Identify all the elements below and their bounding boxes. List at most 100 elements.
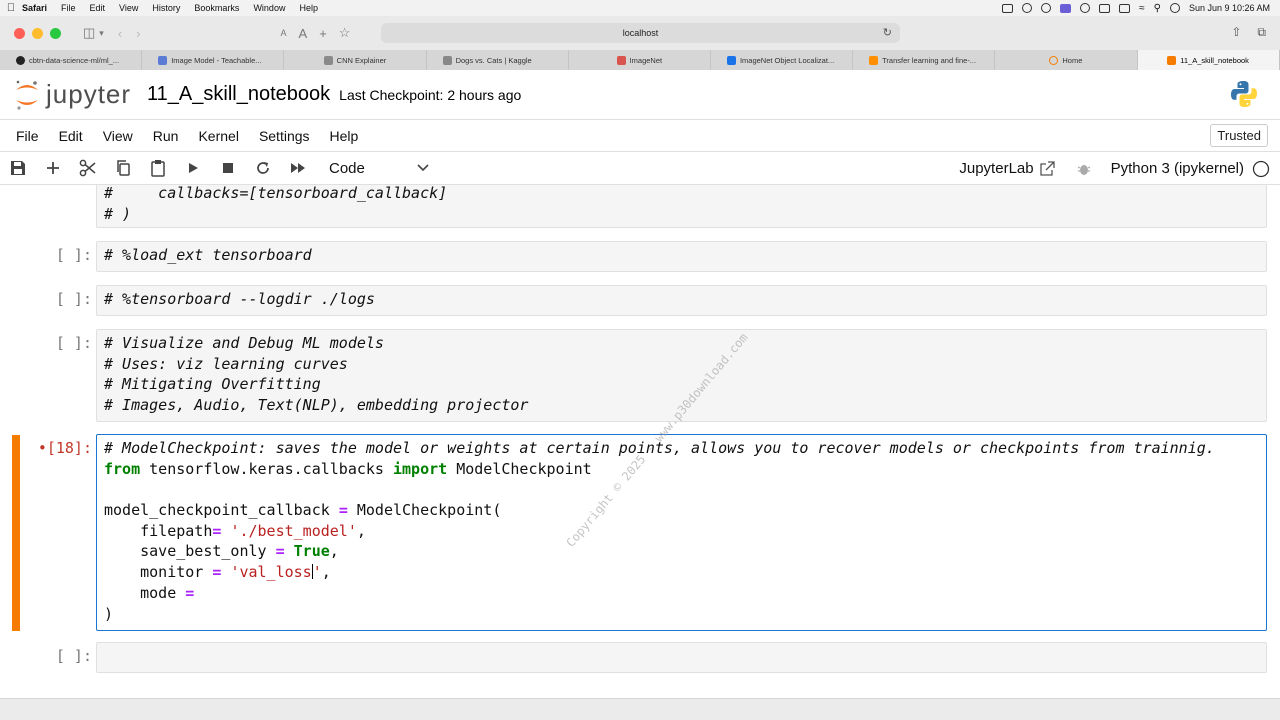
sidebar-icon[interactable]: ◫ bbox=[83, 25, 95, 41]
wifi-icon[interactable]: ≈ bbox=[1139, 3, 1145, 14]
menu-file[interactable]: File bbox=[61, 3, 76, 13]
chevron-down-icon[interactable]: ▾ bbox=[99, 28, 104, 39]
jupyter-logo[interactable]: jupyter bbox=[14, 78, 131, 112]
trusted-badge[interactable]: Trusted bbox=[1210, 124, 1268, 147]
close-window-icon[interactable] bbox=[14, 27, 25, 39]
menubar-clock[interactable]: Sun Jun 9 10:26 AM bbox=[1189, 3, 1270, 13]
menu-window[interactable]: Window bbox=[253, 3, 285, 13]
debugger-bug-icon[interactable] bbox=[1077, 162, 1091, 176]
paste-icon bbox=[150, 160, 165, 177]
interrupt-kernel-button[interactable] bbox=[210, 152, 245, 185]
globe-icon[interactable] bbox=[1022, 3, 1033, 13]
scissors-icon bbox=[79, 159, 95, 177]
cell-type-value: Code bbox=[329, 159, 365, 177]
menu-edit[interactable]: Edit bbox=[90, 3, 106, 13]
tab-overview-icon[interactable]: ⧉ bbox=[1257, 25, 1266, 40]
creative-cloud-icon[interactable] bbox=[1041, 3, 1052, 13]
jp-menu-view[interactable]: View bbox=[103, 128, 133, 144]
window-controls bbox=[14, 27, 61, 39]
plus-icon bbox=[46, 162, 59, 174]
share-icon[interactable]: ⇧ bbox=[1231, 25, 1241, 40]
menu-help[interactable]: Help bbox=[299, 3, 318, 13]
text-smaller-icon[interactable]: A bbox=[281, 28, 287, 38]
insert-cell-button[interactable] bbox=[35, 152, 70, 185]
jp-menu-kernel[interactable]: Kernel bbox=[198, 128, 238, 144]
menu-view[interactable]: View bbox=[119, 3, 138, 13]
notebook-title[interactable]: 11_A_skill_notebook bbox=[147, 83, 330, 106]
cell-input[interactable]: # Visualize and Debug ML models # Uses: … bbox=[96, 329, 1267, 422]
app-menu[interactable]: Safari bbox=[22, 3, 47, 13]
spotlight-icon[interactable]: ⚲ bbox=[1154, 3, 1161, 14]
bookmark-star-icon[interactable]: ☆ bbox=[339, 25, 351, 41]
code-line: save_best_only = True, bbox=[104, 542, 339, 561]
jp-menu-edit[interactable]: Edit bbox=[59, 128, 83, 144]
jp-menu-help[interactable]: Help bbox=[330, 128, 359, 144]
cell-prompt: •[18]: bbox=[37, 439, 92, 457]
zoom-window-icon[interactable] bbox=[50, 27, 61, 39]
external-link-icon[interactable] bbox=[1039, 161, 1055, 176]
forward-icon[interactable]: › bbox=[136, 26, 140, 41]
open-jupyterlab-link[interactable]: JupyterLab bbox=[959, 160, 1033, 177]
browser-tab[interactable]: cbtn-data-science-ml/ml_... bbox=[0, 50, 143, 70]
restart-kernel-button[interactable] bbox=[245, 152, 280, 185]
address-bar[interactable]: localhost ↻ bbox=[381, 23, 900, 43]
menu-bookmarks[interactable]: Bookmarks bbox=[194, 3, 239, 13]
cell-input[interactable]: # %tensorboard --logdir ./logs bbox=[96, 285, 1267, 316]
browser-tab[interactable]: CNN Explainer bbox=[284, 50, 427, 70]
screen-icon[interactable] bbox=[1002, 3, 1014, 13]
kernel-status-icon bbox=[1252, 160, 1270, 177]
jupyter-menubar: File Edit View Run Kernel Settings Help … bbox=[0, 120, 1280, 152]
jp-menu-file[interactable]: File bbox=[16, 128, 39, 144]
save-button[interactable] bbox=[0, 152, 35, 185]
safari-toolbar: ◫ ▾ ‹ › A A + ☆ localhost ↻ ⇧ ⧉ bbox=[0, 16, 1280, 50]
jp-menu-run[interactable]: Run bbox=[153, 128, 179, 144]
browser-tab[interactable]: Transfer learning and fine-... bbox=[853, 50, 996, 70]
display-icon[interactable] bbox=[1099, 3, 1111, 13]
code-line: # Uses: viz learning curves bbox=[104, 354, 348, 373]
operator: = bbox=[338, 501, 348, 520]
code-text: filepath bbox=[104, 521, 213, 540]
cell-input[interactable] bbox=[96, 642, 1267, 673]
code-line: monitor = 'val_loss', bbox=[104, 563, 331, 582]
screen-record-icon[interactable] bbox=[1060, 3, 1072, 13]
tab-label: ImageNet Object Localizat... bbox=[739, 55, 835, 65]
time-machine-icon[interactable] bbox=[1080, 3, 1091, 13]
tab-label: Home bbox=[1062, 55, 1083, 65]
kernel-name[interactable]: Python 3 (ipykernel) bbox=[1111, 160, 1244, 177]
code-line: ) bbox=[104, 604, 114, 623]
string-literal: './best_model' bbox=[230, 521, 357, 540]
control-center-icon[interactable] bbox=[1169, 3, 1180, 13]
restart-icon bbox=[256, 162, 269, 174]
battery-icon[interactable] bbox=[1119, 3, 1131, 13]
code-line: # %tensorboard --logdir ./logs bbox=[104, 290, 375, 308]
menu-history[interactable]: History bbox=[152, 3, 180, 13]
cell-input[interactable]: # callbacks=[tensorboard_callback] # ) bbox=[96, 185, 1267, 228]
copy-cell-button[interactable] bbox=[105, 152, 140, 185]
code-text: tensorflow.keras.callbacks bbox=[140, 459, 393, 478]
minimize-window-icon[interactable] bbox=[32, 27, 43, 39]
cell-editor[interactable]: # ModelCheckpoint: saves the model or we… bbox=[96, 434, 1267, 631]
reload-icon[interactable]: ↻ bbox=[883, 23, 892, 43]
browser-tab[interactable]: Image Model - Teachable... bbox=[142, 50, 285, 70]
back-icon[interactable]: ‹ bbox=[118, 26, 122, 41]
paste-cell-button[interactable] bbox=[140, 152, 175, 185]
tensorflow-icon bbox=[869, 55, 879, 65]
jp-menu-settings[interactable]: Settings bbox=[259, 128, 310, 144]
jupyter-header: jupyter 11_A_skill_notebook Last Checkpo… bbox=[0, 70, 1280, 120]
notebook-area[interactable]: # callbacks=[tensorboard_callback] # ) [… bbox=[0, 185, 1280, 698]
browser-tab[interactable]: Dogs vs. Cats | Kaggle bbox=[427, 50, 569, 70]
text-larger-icon[interactable]: A bbox=[299, 26, 308, 41]
browser-tab[interactable]: ImageNet bbox=[569, 50, 711, 70]
window-bottom-edge bbox=[0, 698, 1280, 720]
browser-tab[interactable]: Home bbox=[995, 50, 1138, 70]
new-tab-icon[interactable]: + bbox=[319, 26, 327, 41]
run-cell-button[interactable] bbox=[175, 152, 210, 185]
browser-tab-active[interactable]: 11_A_skill_notebook bbox=[1137, 50, 1280, 70]
restart-run-all-button[interactable] bbox=[280, 152, 315, 185]
browser-tab[interactable]: ImageNet Object Localizat... bbox=[711, 50, 854, 70]
imagenet-icon bbox=[616, 55, 626, 65]
apple-icon[interactable]:  bbox=[0, 2, 22, 14]
cell-input[interactable]: # %load_ext tensorboard bbox=[96, 241, 1267, 272]
cut-cell-button[interactable] bbox=[70, 152, 105, 185]
cell-type-select[interactable]: Code bbox=[329, 160, 429, 177]
